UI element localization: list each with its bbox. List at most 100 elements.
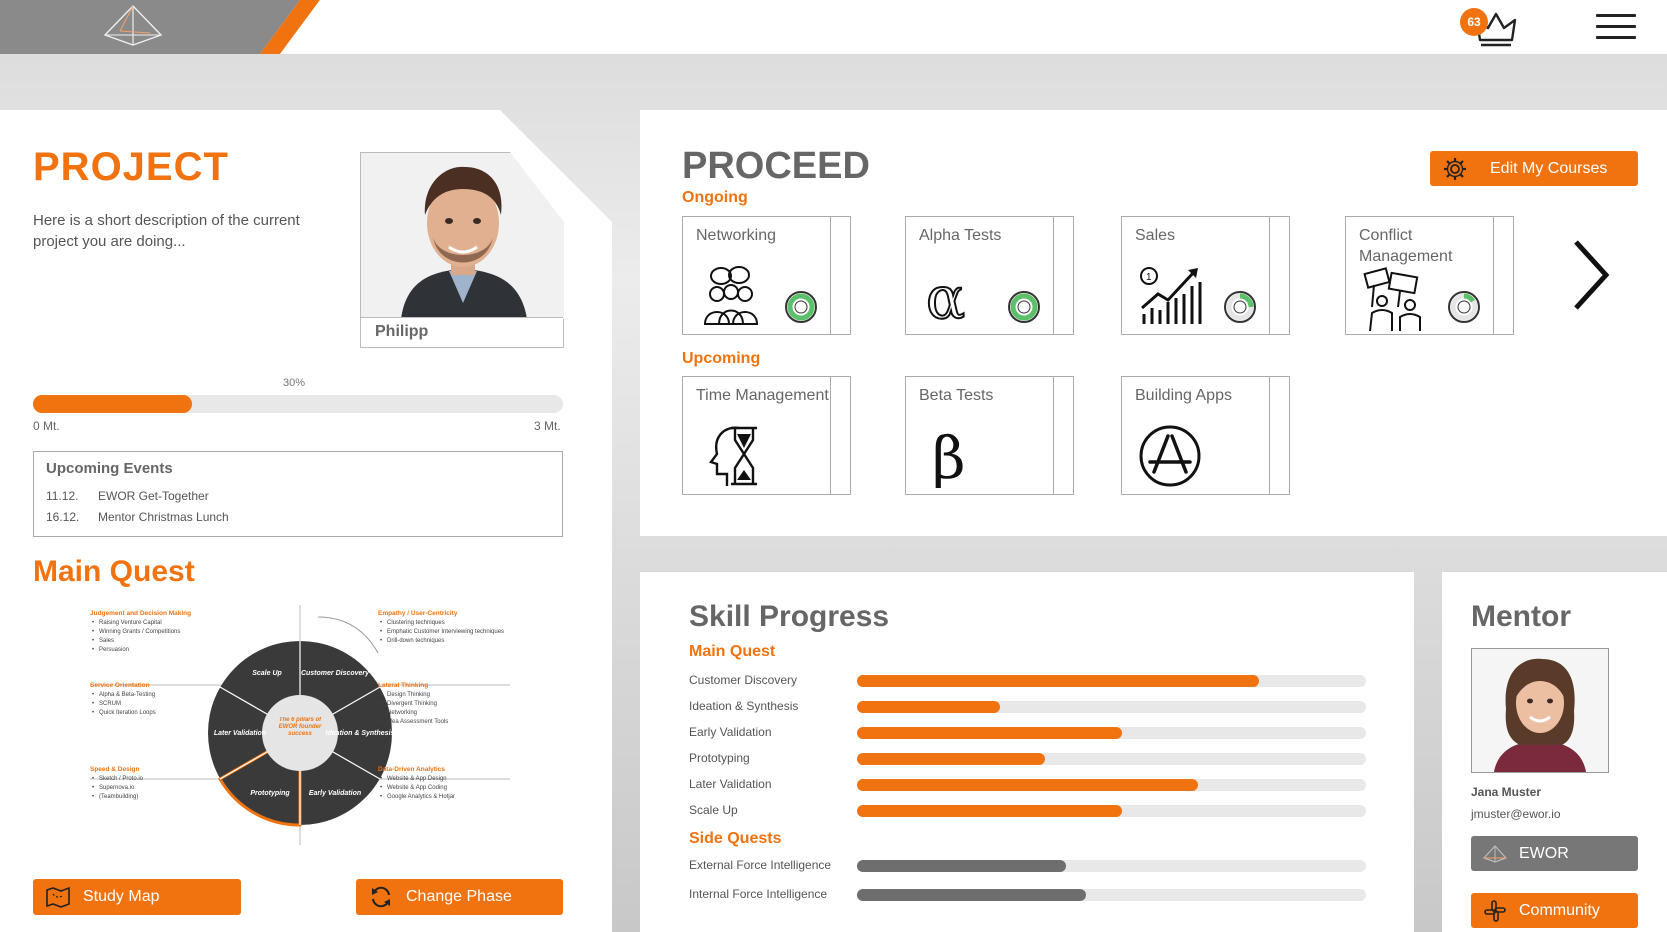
quest-group-bullet: • — [380, 701, 382, 707]
ewor-logo-icon — [1471, 844, 1519, 864]
course-card-beta-tests[interactable]: Beta Tests β — [905, 376, 1074, 495]
quest-group-bullet: • — [92, 710, 94, 716]
chevron-right-icon[interactable] — [1570, 238, 1612, 312]
course-side-bar — [1269, 217, 1289, 334]
course-progress-ring — [1008, 291, 1040, 323]
course-card-building-apps[interactable]: Building Apps — [1121, 376, 1290, 495]
skill-label: Scale Up — [689, 803, 738, 817]
quest-group-item: Website & App Design — [387, 776, 447, 782]
quest-group-item: Idea Assessment Tools — [387, 719, 448, 725]
quest-group-title: Speed & Design — [90, 766, 140, 773]
logo-block — [0, 0, 320, 54]
quest-group-title: Empathy / User-Centricity — [378, 610, 458, 617]
course-side-bar — [830, 377, 850, 494]
quest-group-item: (Teambuilding) — [99, 794, 138, 800]
quest-group-bullet: • — [92, 701, 94, 707]
main-quest-title: Main Quest — [33, 555, 195, 588]
refresh-icon — [356, 885, 406, 909]
user-name: Philipp — [361, 317, 563, 347]
skill-label: Early Validation — [689, 725, 772, 739]
skill-progress-bar — [857, 675, 1366, 687]
course-name: Conflict Management — [1359, 227, 1453, 265]
event-row[interactable]: 11.12. EWOR Get-Together — [46, 489, 550, 503]
upcoming-events-box: Upcoming Events 11.12. EWOR Get-Together… — [33, 451, 563, 537]
quest-group-item: Emphatic Customer Interviewing technique… — [387, 629, 504, 635]
skill-progress-bar — [857, 701, 1366, 713]
quest-group-item: Sketch / Proto.io — [99, 776, 144, 782]
skills-main-quest-label: Main Quest — [689, 643, 776, 660]
quest-group-title: Service Orientation — [90, 682, 150, 689]
mentor-avatar[interactable] — [1471, 648, 1609, 773]
study-map-label: Study Map — [83, 888, 160, 905]
quest-group-bullet: • — [380, 629, 382, 635]
course-side-bar — [1493, 217, 1513, 334]
quest-group-item: Drill-down techniques — [387, 638, 444, 644]
quest-group-bullet: • — [380, 710, 382, 716]
quest-group-item: Clustering techniques — [387, 620, 445, 626]
skill-label: Prototyping — [689, 751, 750, 765]
beta-icon: β — [932, 424, 966, 488]
quest-group-bullet: • — [380, 794, 382, 800]
quest-group-title: Data-Driven Analytics — [378, 766, 445, 773]
course-name: Beta Tests — [919, 387, 994, 404]
quest-group-item: Design Thinking — [387, 692, 430, 698]
segment-label: Customer Discovery — [301, 670, 370, 677]
segment-label: Later Validation — [214, 730, 266, 737]
course-card-conflict-management[interactable]: Conflict Management — [1345, 216, 1514, 335]
project-progress-fill — [33, 395, 192, 413]
skill-progress-fill — [857, 701, 1000, 713]
segment-label: Ideation & Synthesis — [326, 730, 395, 737]
skill-progress-fill — [857, 727, 1122, 739]
quest-group-bullet: • — [92, 692, 94, 698]
course-card-time-management[interactable]: Time Management — [682, 376, 851, 495]
quest-group-bullet: • — [380, 776, 382, 782]
community-button[interactable]: Community — [1471, 893, 1638, 928]
ewor-logo-icon[interactable] — [100, 3, 166, 49]
course-card-networking[interactable]: Networking — [682, 216, 851, 335]
quest-group-bullet: • — [92, 629, 94, 635]
quest-group-bullet: • — [92, 647, 94, 653]
quest-group-item: Quick Iteration Loops — [99, 710, 156, 716]
quest-group-item: Sales — [99, 638, 114, 644]
protest-icon — [1363, 267, 1421, 332]
skill-label: External Force Intelligence — [689, 858, 832, 872]
project-description: Here is a short description of the curre… — [33, 212, 300, 250]
event-row[interactable]: 16.12. Mentor Christmas Lunch — [46, 510, 550, 524]
edit-courses-button[interactable]: Edit My Courses — [1430, 151, 1638, 186]
hamburger-menu-icon[interactable] — [1596, 14, 1636, 42]
skill-progress-fill — [857, 805, 1122, 817]
crown-button[interactable]: 63 — [1460, 6, 1520, 48]
quest-group-bullet: • — [380, 785, 382, 791]
study-map-button[interactable]: Study Map — [33, 879, 241, 915]
mentor-email[interactable]: jmuster@ewor.io — [1471, 807, 1561, 821]
quest-group-bullet: • — [380, 719, 382, 725]
community-button-label: Community — [1519, 901, 1600, 919]
segment-label: Early Validation — [309, 790, 361, 797]
project-progress-bar — [33, 395, 563, 413]
quest-group-bullet: • — [92, 794, 94, 800]
course-side-bar — [1053, 217, 1073, 334]
ewor-button-label: EWOR — [1519, 844, 1569, 862]
map-center-text: The 6 pillars of EWOR founder success — [278, 717, 322, 737]
course-side-bar — [1053, 377, 1073, 494]
skill-label: Customer Discovery — [689, 673, 798, 687]
quest-group-bullet: • — [380, 620, 382, 626]
course-card-alpha-tests[interactable]: Alpha Tests α — [905, 216, 1074, 335]
progress-min-label: 0 Mt. — [33, 419, 60, 433]
main-quest-map[interactable]: Scale Up Customer Discovery Ideation & S… — [90, 605, 520, 850]
alpha-icon: α — [925, 263, 966, 328]
quest-group-bullet: • — [380, 692, 382, 698]
change-phase-button[interactable]: Change Phase — [356, 879, 563, 915]
mentor-name: Jana Muster — [1471, 785, 1542, 799]
gear-icon — [1430, 157, 1480, 181]
proceed-title: PROCEED — [682, 145, 870, 187]
skill-label: Later Validation — [689, 777, 772, 791]
course-card-sales[interactable]: Sales 1 — [1121, 216, 1290, 335]
skill-progress-fill — [857, 889, 1087, 901]
progress-max-label: 3 Mt. — [534, 419, 561, 433]
skill-progress-bar — [857, 860, 1366, 872]
mentor-title: Mentor — [1471, 600, 1571, 633]
ewor-button[interactable]: EWOR — [1471, 836, 1638, 871]
skill-progress-fill — [857, 779, 1199, 791]
quest-group-item: Networking — [387, 710, 417, 716]
